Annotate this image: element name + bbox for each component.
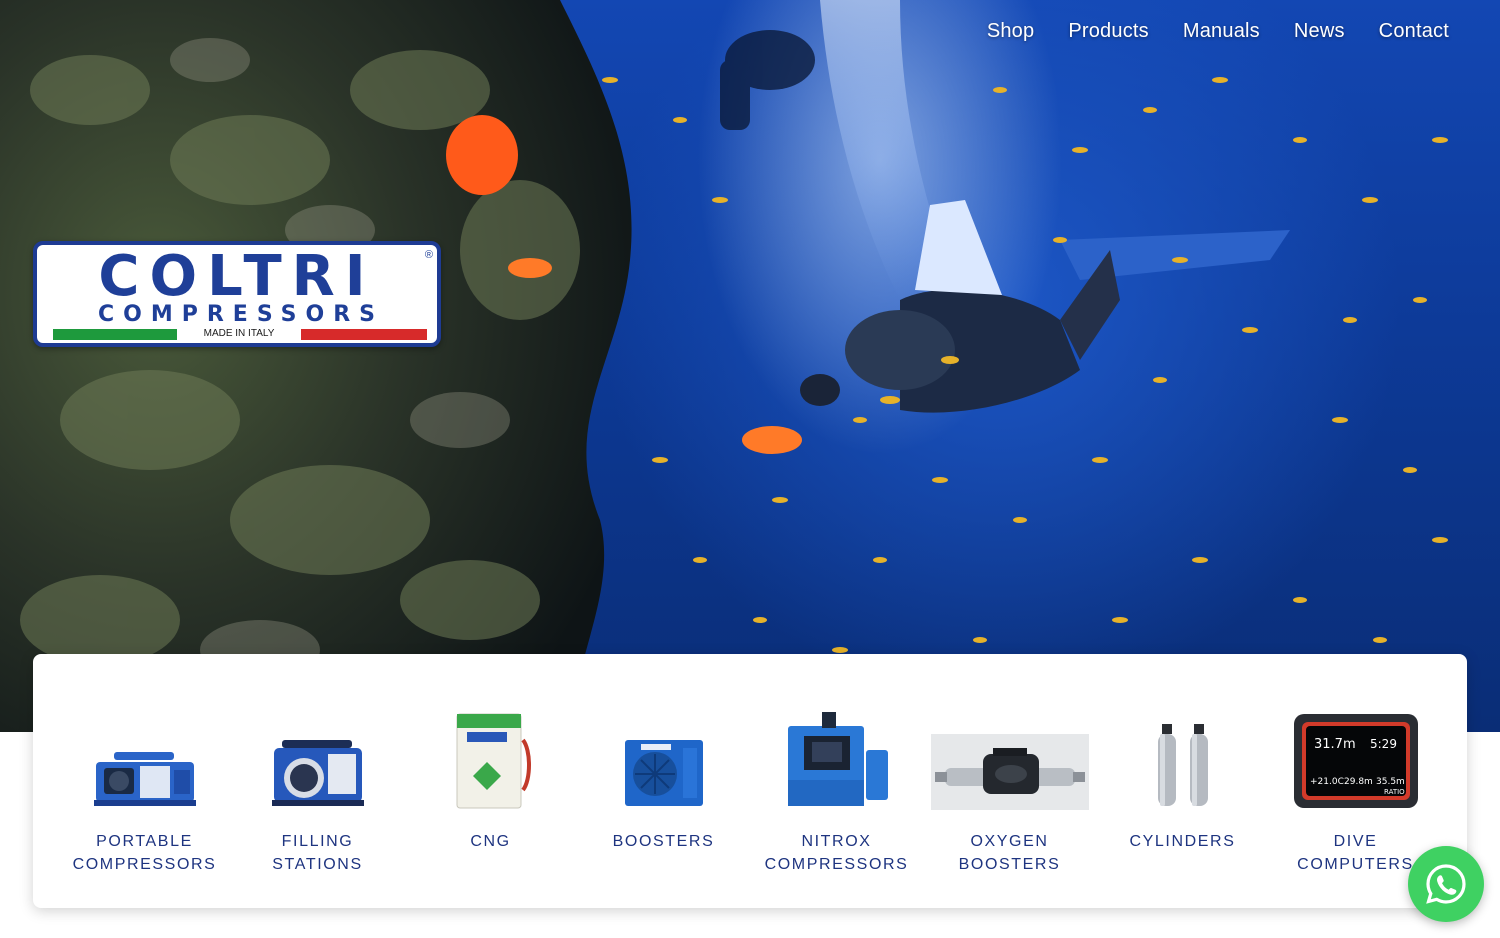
oxygen-booster-icon [930, 702, 1090, 810]
nav-news[interactable]: News [1294, 20, 1345, 43]
portable-compressor-icon [65, 702, 225, 810]
product-filling-stations[interactable]: FILLING STATIONS [231, 702, 404, 876]
logo-made-in-italy: MADE IN ITALY [203, 328, 275, 339]
dive-computer-icon: 31.7m 5:29 +21.0C 29.8m 35.5m RATIO [1276, 702, 1436, 810]
nav-products[interactable]: Products [1068, 20, 1149, 43]
dive-max-readout: 35.5m [1376, 777, 1405, 787]
logo-subtitle: COMPRESSORS [97, 302, 385, 327]
cng-unit-icon [411, 702, 571, 810]
logo-wordmark: COLTRI [98, 244, 376, 309]
product-label-line1: BOOSTERS [612, 833, 715, 850]
product-label-line2: STATIONS [272, 856, 363, 873]
dive-brand-label: RATIO [1384, 788, 1405, 796]
product-label-line1: CNG [470, 833, 511, 850]
nav-contact[interactable]: Contact [1379, 20, 1449, 43]
product-label-line1: PORTABLE [96, 833, 193, 850]
product-label-line1: NITROX [801, 833, 872, 850]
product-label-line2: COMPRESSORS [72, 856, 217, 873]
product-category-panel: PORTABLE COMPRESSORS FILLING STATIONS CN… [33, 654, 1467, 908]
product-label-line1: OXYGEN [970, 833, 1049, 850]
nav-shop[interactable]: Shop [987, 20, 1035, 43]
nitrox-compressor-icon [757, 702, 917, 810]
filling-station-icon [238, 702, 398, 810]
product-cng[interactable]: CNG [404, 702, 577, 853]
product-label-line2: BOOSTERS [958, 856, 1061, 873]
nav-manuals[interactable]: Manuals [1183, 20, 1260, 43]
dive-avg-readout: 29.8m [1344, 777, 1373, 787]
hero-underwater-image [0, 0, 1448, 732]
booster-icon [584, 702, 744, 810]
product-label-line1: FILLING [281, 833, 354, 850]
dive-temp-readout: +21.0C [1310, 777, 1344, 787]
coltri-logo[interactable]: COLTRI ® COMPRESSORS MADE IN ITALY [33, 241, 441, 347]
product-label-line1: CYLINDERS [1129, 833, 1236, 850]
hero-banner: Shop Products Manuals News Contact COLTR… [0, 0, 1500, 732]
cylinders-icon [1103, 702, 1263, 810]
product-cylinders[interactable]: CYLINDERS [1096, 702, 1269, 853]
product-portable-compressors[interactable]: PORTABLE COMPRESSORS [58, 702, 231, 876]
product-dive-computers[interactable]: 31.7m 5:29 +21.0C 29.8m 35.5m RATIO DIVE… [1269, 702, 1442, 876]
logo-registered-mark: ® [424, 249, 433, 261]
logo-italian-flag-stripe: MADE IN ITALY [53, 328, 427, 340]
product-oxygen-boosters[interactable]: OXYGEN BOOSTERS [923, 702, 1096, 876]
product-boosters[interactable]: BOOSTERS [577, 702, 750, 853]
whatsapp-icon [1426, 864, 1466, 904]
main-nav: Shop Products Manuals News Contact [987, 20, 1449, 43]
whatsapp-chat-button[interactable] [1408, 846, 1484, 922]
dive-depth-readout: 31.7m [1314, 737, 1356, 752]
product-nitrox-compressors[interactable]: NITROX COMPRESSORS [750, 702, 923, 876]
product-label-line2: COMPRESSORS [764, 856, 909, 873]
dive-time-readout: 5:29 [1370, 737, 1397, 751]
product-label-line1: DIVE [1333, 833, 1378, 850]
